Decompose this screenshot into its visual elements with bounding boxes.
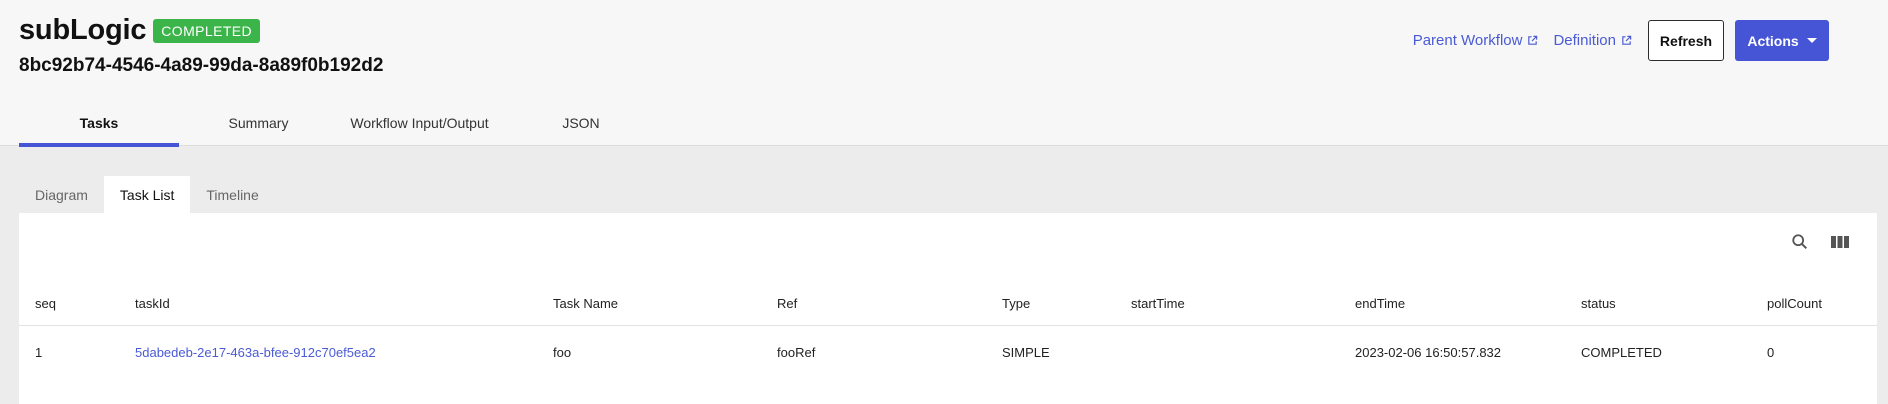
column-header-pollcount[interactable]: pollCount <box>1767 282 1822 325</box>
workflow-header: subLogic COMPLETED 8bc92b74-4546-4a89-99… <box>0 0 1888 147</box>
open-in-new-icon <box>1622 35 1632 45</box>
tab-task-list[interactable]: Task List <box>103 176 191 214</box>
tab-json[interactable]: JSON <box>501 102 661 146</box>
view-tabs: Diagram Task List Timeline <box>19 176 275 214</box>
workflow-name: subLogic <box>19 14 147 46</box>
actions-button[interactable]: Actions <box>1735 20 1829 61</box>
view-column-icon[interactable] <box>1829 231 1851 253</box>
column-header-endtime[interactable]: endTime <box>1355 282 1405 325</box>
refresh-button[interactable]: Refresh <box>1648 20 1724 61</box>
tab-summary[interactable]: Summary <box>179 102 338 146</box>
cell-ref: fooRef <box>777 344 816 360</box>
caret-down-icon <box>1806 38 1817 43</box>
tab-diagram[interactable]: Diagram <box>19 176 104 214</box>
column-header-taskid[interactable]: taskId <box>135 282 170 325</box>
title-row: subLogic COMPLETED <box>19 14 261 47</box>
cell-task-id-link[interactable]: 5dabedeb-2e17-463a-bfee-912c70ef5ea2 <box>135 326 376 376</box>
table-header: seq taskId Task Name Ref Type startTime … <box>19 282 1877 326</box>
header-actions: Parent Workflow Definition Refresh Actio… <box>1413 20 1829 61</box>
column-header-task-name[interactable]: Task Name <box>553 282 618 325</box>
column-header-ref[interactable]: Ref <box>777 282 797 325</box>
column-header-starttime[interactable]: startTime <box>1131 282 1185 325</box>
parent-workflow-link[interactable]: Parent Workflow <box>1413 32 1539 49</box>
parent-workflow-label: Parent Workflow <box>1412 32 1523 49</box>
column-header-status[interactable]: status <box>1581 282 1616 325</box>
workflow-id: 8bc92b74-4546-4a89-99da-8a89f0b192d2 <box>19 55 384 76</box>
task-list-panel: seq taskId Task Name Ref Type startTime … <box>19 213 1877 404</box>
table-row[interactable]: 1 5dabedeb-2e17-463a-bfee-912c70ef5ea2 f… <box>19 326 1877 376</box>
status-badge: COMPLETED <box>153 18 261 43</box>
cell-task-name: foo <box>553 344 572 360</box>
cell-status: COMPLETED <box>1581 344 1662 360</box>
cell-seq: 1 <box>35 344 43 360</box>
cell-poll-count: 0 <box>1767 344 1775 360</box>
cell-end-time: 2023-02-06 16:50:57.832 <box>1355 344 1502 360</box>
tab-workflow-input-output[interactable]: Workflow Input/Output <box>338 102 501 146</box>
cell-type: SIMPLE <box>1002 344 1050 360</box>
search-icon[interactable] <box>1789 231 1811 253</box>
definition-link[interactable]: Definition <box>1553 32 1632 49</box>
column-header-type[interactable]: Type <box>1002 282 1030 325</box>
actions-label: Actions <box>1747 32 1799 49</box>
open-in-new-icon <box>1528 35 1538 45</box>
tab-timeline[interactable]: Timeline <box>190 176 274 214</box>
tab-tasks[interactable]: Tasks <box>19 102 179 147</box>
main-tabs: Tasks Summary Workflow Input/Output JSON <box>19 102 661 147</box>
definition-label: Definition <box>1553 32 1616 49</box>
column-header-seq[interactable]: seq <box>35 282 56 325</box>
